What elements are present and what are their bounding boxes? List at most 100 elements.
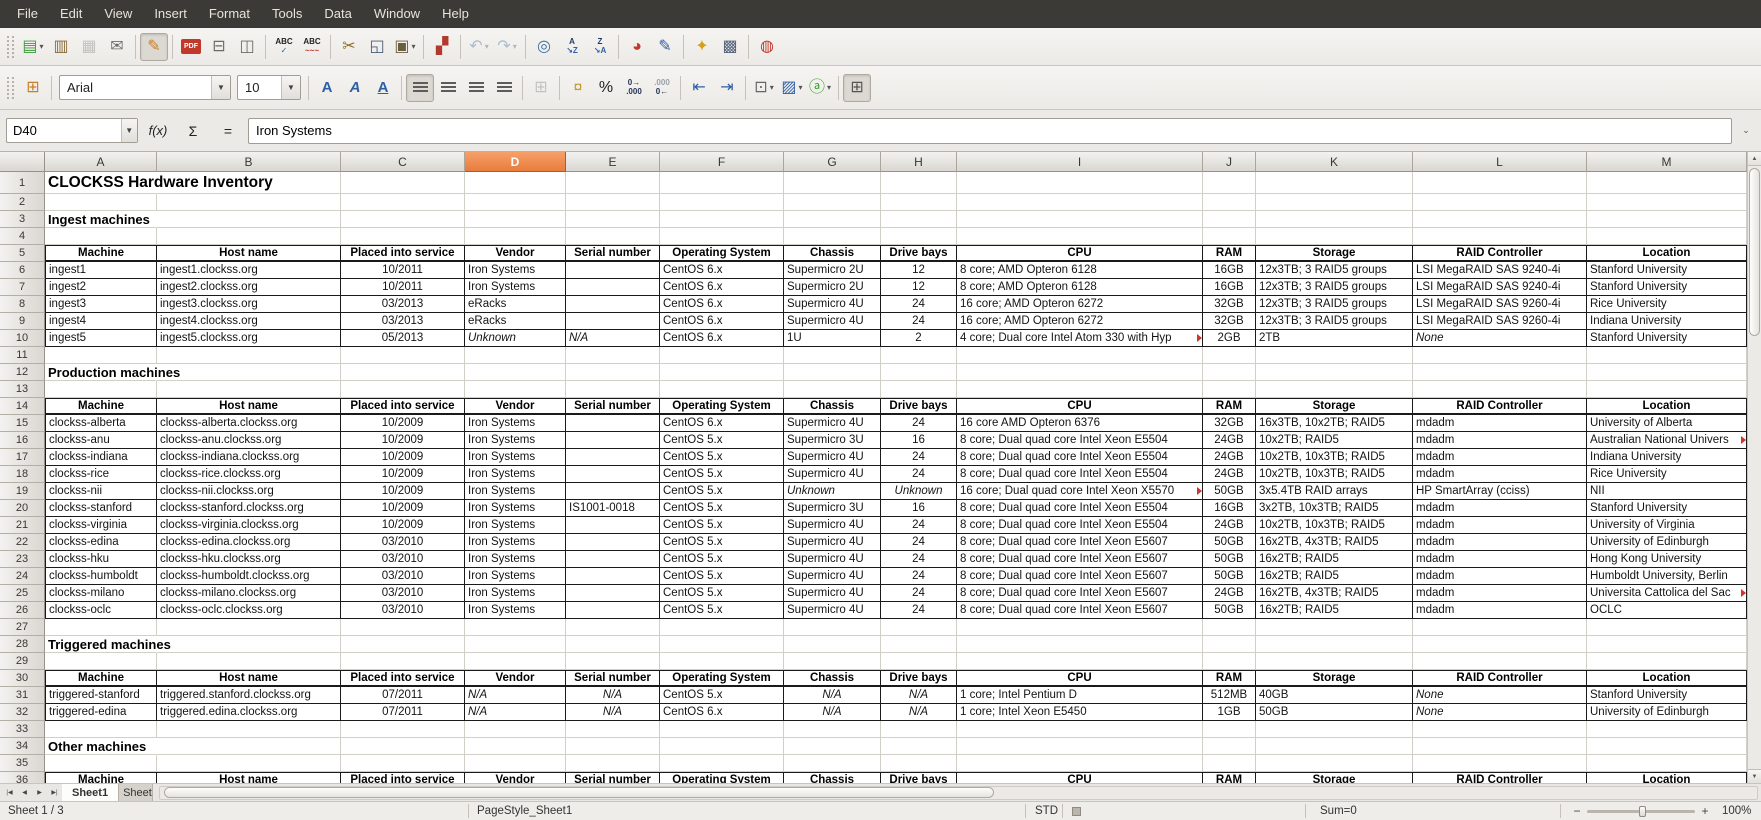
cell-M24[interactable]: Humboldt University, Berlin [1587,568,1747,585]
cell-G26[interactable]: Supermicro 4U [784,602,881,619]
cell-B20[interactable]: clockss-stanford.clockss.org [157,500,341,517]
cell-C10[interactable]: 05/2013 [341,330,465,347]
cell-E25[interactable] [566,585,660,602]
cell-B32[interactable]: triggered.edina.clockss.org [157,704,341,721]
cell-D28[interactable] [465,636,566,653]
cell-I23[interactable]: 8 core; Dual quad core Intel Xeon E5607 [957,551,1203,568]
cell-E23[interactable] [566,551,660,568]
row-header-9[interactable]: 9 [0,313,45,330]
redo-button[interactable]: ↷ ▾ [493,33,521,61]
menu-window[interactable]: Window [363,0,431,28]
align-center-button[interactable] [434,74,462,102]
cell-I1[interactable] [957,172,1203,194]
cell-E17[interactable] [566,449,660,466]
column-header-J[interactable]: J [1203,152,1256,172]
cell-M13[interactable] [1587,381,1747,398]
cell-E27[interactable] [566,619,660,636]
row-header-4[interactable]: 4 [0,228,45,245]
cell-B9[interactable]: ingest4.clockss.org [157,313,341,330]
cell-G2[interactable] [784,194,881,211]
cell-H30[interactable]: Drive bays [881,670,957,687]
cell-K32[interactable]: 50GB [1256,704,1413,721]
cell-D20[interactable]: Iron Systems [465,500,566,517]
cell-C5[interactable]: Placed into service [341,245,465,262]
cell-H10[interactable]: 2 [881,330,957,347]
cell-D27[interactable] [465,619,566,636]
cell-H12[interactable] [881,364,957,381]
increase-indent-button[interactable]: ⇥ [713,74,741,102]
cell-E2[interactable] [566,194,660,211]
cell-K17[interactable]: 10x2TB, 10x3TB; RAID5 [1256,449,1413,466]
cell-J19[interactable]: 50GB [1203,483,1256,500]
horizontal-scrollbar-thumb[interactable] [164,786,995,798]
cell-H8[interactable]: 24 [881,296,957,313]
cell-M30[interactable]: Location [1587,670,1747,687]
column-header-I[interactable]: I [957,152,1203,172]
cell-A26[interactable]: clockss-oclc [45,602,157,619]
cell-A29[interactable] [45,653,157,670]
cell-E32[interactable]: N/A [566,704,660,721]
cell-A35[interactable] [45,755,157,772]
cell-I13[interactable] [957,381,1203,398]
cell-D10[interactable]: Unknown [465,330,566,347]
cell-E26[interactable] [566,602,660,619]
cell-M10[interactable]: Stanford University [1587,330,1747,347]
cell-C18[interactable]: 10/2009 [341,466,465,483]
row-header-14[interactable]: 14 [0,398,45,415]
cell-J23[interactable]: 50GB [1203,551,1256,568]
cell-C16[interactable]: 10/2009 [341,432,465,449]
cell-H5[interactable]: Drive bays [881,245,957,262]
cell-C2[interactable] [341,194,465,211]
cell-F8[interactable]: CentOS 6.x [660,296,784,313]
cell-D5[interactable]: Vendor [465,245,566,262]
cell-B30[interactable]: Host name [157,670,341,687]
cell-M3[interactable] [1587,211,1747,228]
cell-J27[interactable] [1203,619,1256,636]
cell-F13[interactable] [660,381,784,398]
cell-L14[interactable]: RAID Controller [1413,398,1587,415]
cell-I10[interactable]: 4 core; Dual core Intel Atom 330 with Hy… [957,330,1203,347]
cell-G5[interactable]: Chassis [784,245,881,262]
cell-B22[interactable]: clockss-edina.clockss.org [157,534,341,551]
export-pdf-button[interactable]: PDF [177,33,205,61]
cell-L26[interactable]: mdadm [1413,602,1587,619]
cell-F21[interactable]: CentOS 5.x [660,517,784,534]
cell-I5[interactable]: CPU [957,245,1203,262]
cell-J25[interactable]: 24GB [1203,585,1256,602]
cell-I36[interactable]: CPU [957,772,1203,783]
background-color-dropdown-icon[interactable]: ▾ [799,83,803,92]
cell-I35[interactable] [957,755,1203,772]
cell-J18[interactable]: 24GB [1203,466,1256,483]
borders-button[interactable]: ⊡ ▾ [750,74,778,102]
undo-button[interactable]: ↶ ▾ [465,33,493,61]
cell-M18[interactable]: Rice University [1587,466,1747,483]
cell-G18[interactable]: Supermicro 4U [784,466,881,483]
cell-M31[interactable]: Stanford University [1587,687,1747,704]
toolbar-grip-2[interactable] [7,76,14,99]
cell-L25[interactable]: mdadm [1413,585,1587,602]
cell-H2[interactable] [881,194,957,211]
cell-J5[interactable]: RAM [1203,245,1256,262]
cell-K22[interactable]: 16x2TB, 4x3TB; RAID5 [1256,534,1413,551]
cell-M1[interactable] [1587,172,1747,194]
column-header-K[interactable]: K [1256,152,1413,172]
cell-M35[interactable] [1587,755,1747,772]
cell-A12[interactable]: Production machines [45,364,180,381]
cell-A24[interactable]: clockss-humboldt [45,568,157,585]
cell-C26[interactable]: 03/2010 [341,602,465,619]
cell-K18[interactable]: 10x2TB, 10x3TB; RAID5 [1256,466,1413,483]
row-header-34[interactable]: 34 [0,738,45,755]
cell-G3[interactable] [784,211,881,228]
cell-H19[interactable]: Unknown [881,483,957,500]
cell-K35[interactable] [1256,755,1413,772]
cell-E28[interactable] [566,636,660,653]
cell-L2[interactable] [1413,194,1587,211]
cell-L17[interactable]: mdadm [1413,449,1587,466]
cell-H36[interactable]: Drive bays [881,772,957,783]
cell-H32[interactable]: N/A [881,704,957,721]
cell-B35[interactable] [157,755,341,772]
font-color-button[interactable]: ⓐ ▾ [806,74,834,102]
cell-C19[interactable]: 10/2009 [341,483,465,500]
cell-I14[interactable]: CPU [957,398,1203,415]
cell-C12[interactable] [341,364,465,381]
